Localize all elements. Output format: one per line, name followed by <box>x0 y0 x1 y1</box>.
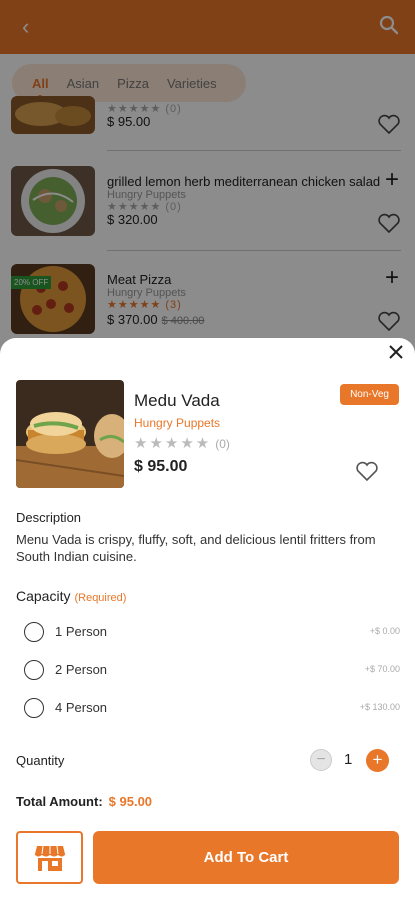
radio-button[interactable] <box>24 622 44 642</box>
description-title: Description <box>16 510 82 525</box>
quantity-minus-button[interactable]: − <box>310 749 332 771</box>
option-label: 2 Person <box>55 662 108 677</box>
option-price: +$ 0.00 <box>369 626 400 636</box>
total-label: Total Amount: <box>16 794 103 809</box>
capacity-option-1-person[interactable]: 1 Person +$ 0.00 <box>24 620 400 644</box>
store-icon <box>34 845 66 871</box>
rating-count: (0) <box>215 437 230 451</box>
add-to-cart-button[interactable]: Add To Cart <box>93 831 399 884</box>
restaurant-name[interactable]: Hungry Puppets <box>134 416 220 430</box>
option-label: 4 Person <box>55 700 108 715</box>
required-label: (Required) <box>74 592 127 604</box>
quantity-plus-button[interactable]: + <box>366 749 389 772</box>
radio-button[interactable] <box>24 660 44 680</box>
total-value: $ 95.00 <box>108 794 153 809</box>
heart-icon[interactable] <box>355 460 379 482</box>
close-icon[interactable] <box>387 343 405 361</box>
rating-stars: ★★★★★ (0) <box>134 434 230 452</box>
capacity-title: Capacity (Required) <box>16 588 126 604</box>
product-image <box>16 380 124 488</box>
capacity-option-2-person[interactable]: 2 Person +$ 70.00 <box>24 658 400 682</box>
stars-glyphs: ★★★★★ <box>134 435 212 452</box>
option-price: +$ 130.00 <box>359 702 400 712</box>
option-label: 1 Person <box>55 624 108 639</box>
radio-button[interactable] <box>24 698 44 718</box>
product-name: Medu Vada <box>134 391 220 410</box>
quantity-value: 1 <box>344 751 353 768</box>
option-price: +$ 70.00 <box>364 664 400 674</box>
product-price: $ 95.00 <box>134 458 188 475</box>
product-bottom-sheet: Medu Vada Hungry Puppets ★★★★★ (0) $ 95.0… <box>0 338 415 900</box>
quantity-label: Quantity <box>16 753 65 768</box>
capacity-label: Capacity <box>16 588 71 604</box>
non-veg-badge: Non-Veg <box>340 384 399 405</box>
description-text: Menu Vada is crispy, fluffy, soft, and d… <box>16 532 376 564</box>
total-amount: Total Amount: $ 95.00 <box>16 794 152 809</box>
store-button[interactable] <box>16 831 83 884</box>
capacity-option-4-person[interactable]: 4 Person +$ 130.00 <box>24 696 400 720</box>
